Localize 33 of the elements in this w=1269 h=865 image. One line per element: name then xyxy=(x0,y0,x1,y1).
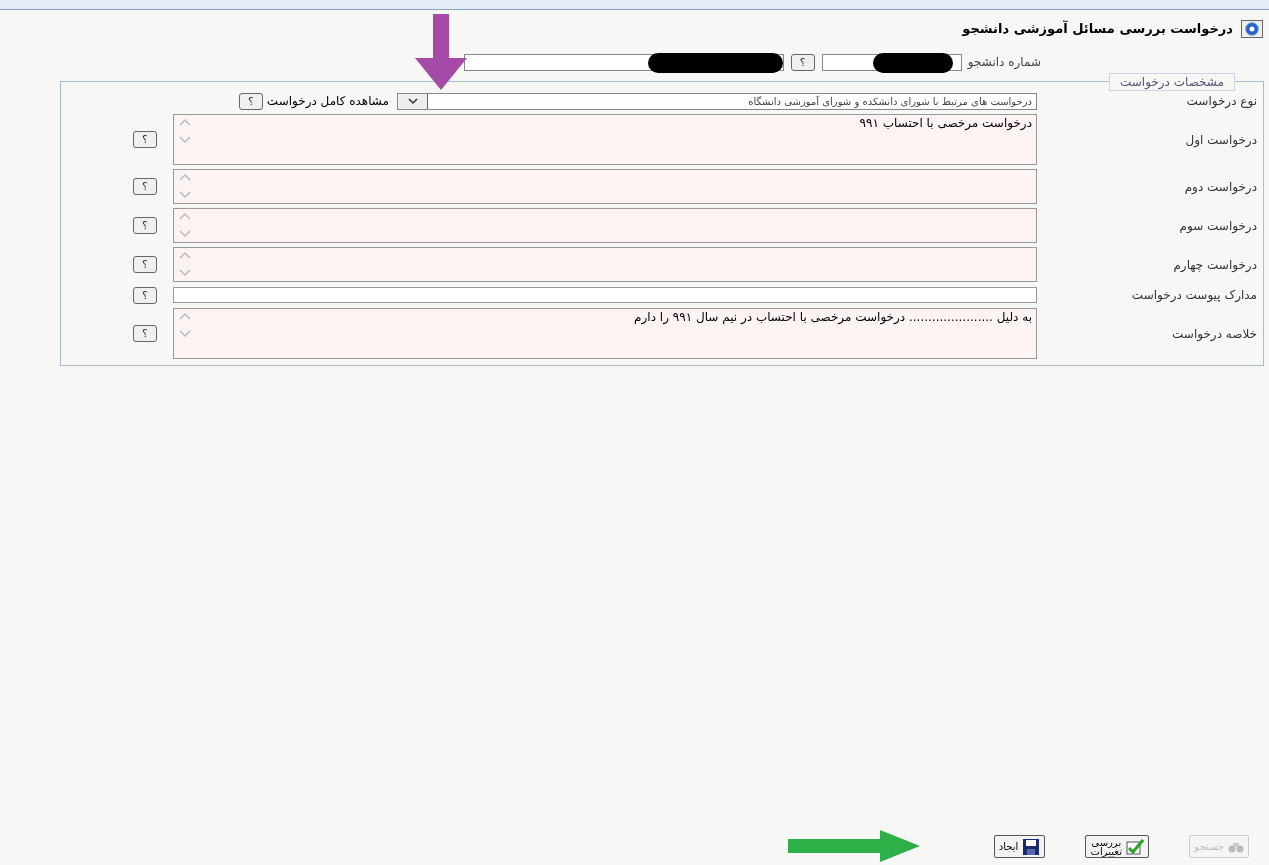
field-label: درخواست سوم xyxy=(1178,217,1258,235)
field-label: مدارک پیوست درخواست xyxy=(1130,287,1258,304)
create-button[interactable]: ایجاد xyxy=(993,835,1046,858)
field-label: نوع درخواست xyxy=(1185,93,1258,110)
page-title: درخواست بررسی مسائل آموزشی دانشجو xyxy=(962,19,1233,39)
help-button[interactable]: ؟ xyxy=(133,178,157,195)
field-label: درخواست اول xyxy=(1184,131,1258,149)
help-button[interactable]: ؟ xyxy=(238,92,263,110)
request-text-area[interactable] xyxy=(173,169,1037,204)
help-button[interactable]: ؟ xyxy=(790,53,815,71)
request-text-area[interactable] xyxy=(173,208,1037,243)
binoculars-icon xyxy=(1228,840,1244,853)
review-button[interactable]: بررسی تغییرات xyxy=(1085,835,1150,858)
help-button[interactable]: ؟ xyxy=(133,325,157,342)
request-text-area[interactable]: درخواست مرخصی با احتساب ۹۹۱ xyxy=(173,114,1037,165)
student-name-field[interactable] xyxy=(463,53,784,71)
help-button[interactable]: ؟ xyxy=(133,256,157,273)
student-number-field[interactable] xyxy=(821,53,962,71)
field-label: درخواست دوم xyxy=(1183,178,1258,196)
dropdown-caret-icon xyxy=(398,93,428,109)
attachments-field[interactable] xyxy=(173,287,1037,303)
help-button[interactable]: ؟ xyxy=(133,286,157,304)
student-number-label: شماره دانشجو xyxy=(967,54,1041,71)
request-text-area[interactable]: به دلیل ...................... درخواست مرخصی با احتساب در نیم سال ۹۹۱ را دارم xyxy=(173,308,1037,359)
section-legend: مشخصات درخواست xyxy=(1109,73,1235,91)
help-button[interactable]: ؟ xyxy=(133,217,157,234)
request-type-select[interactable]: درخواست های مرتبط با شورای دانشکده و شورای آموزشی دانشگاه xyxy=(397,92,1037,110)
help-button[interactable]: ؟ xyxy=(133,131,157,148)
checkmark-icon xyxy=(1126,838,1145,855)
request-text-area[interactable] xyxy=(173,247,1037,282)
field-label: خلاصه درخواست xyxy=(1171,325,1258,343)
field-label: درخواست چهارم xyxy=(1172,256,1258,274)
view-full-request-label: مشاهده کامل درخواست xyxy=(266,93,389,110)
